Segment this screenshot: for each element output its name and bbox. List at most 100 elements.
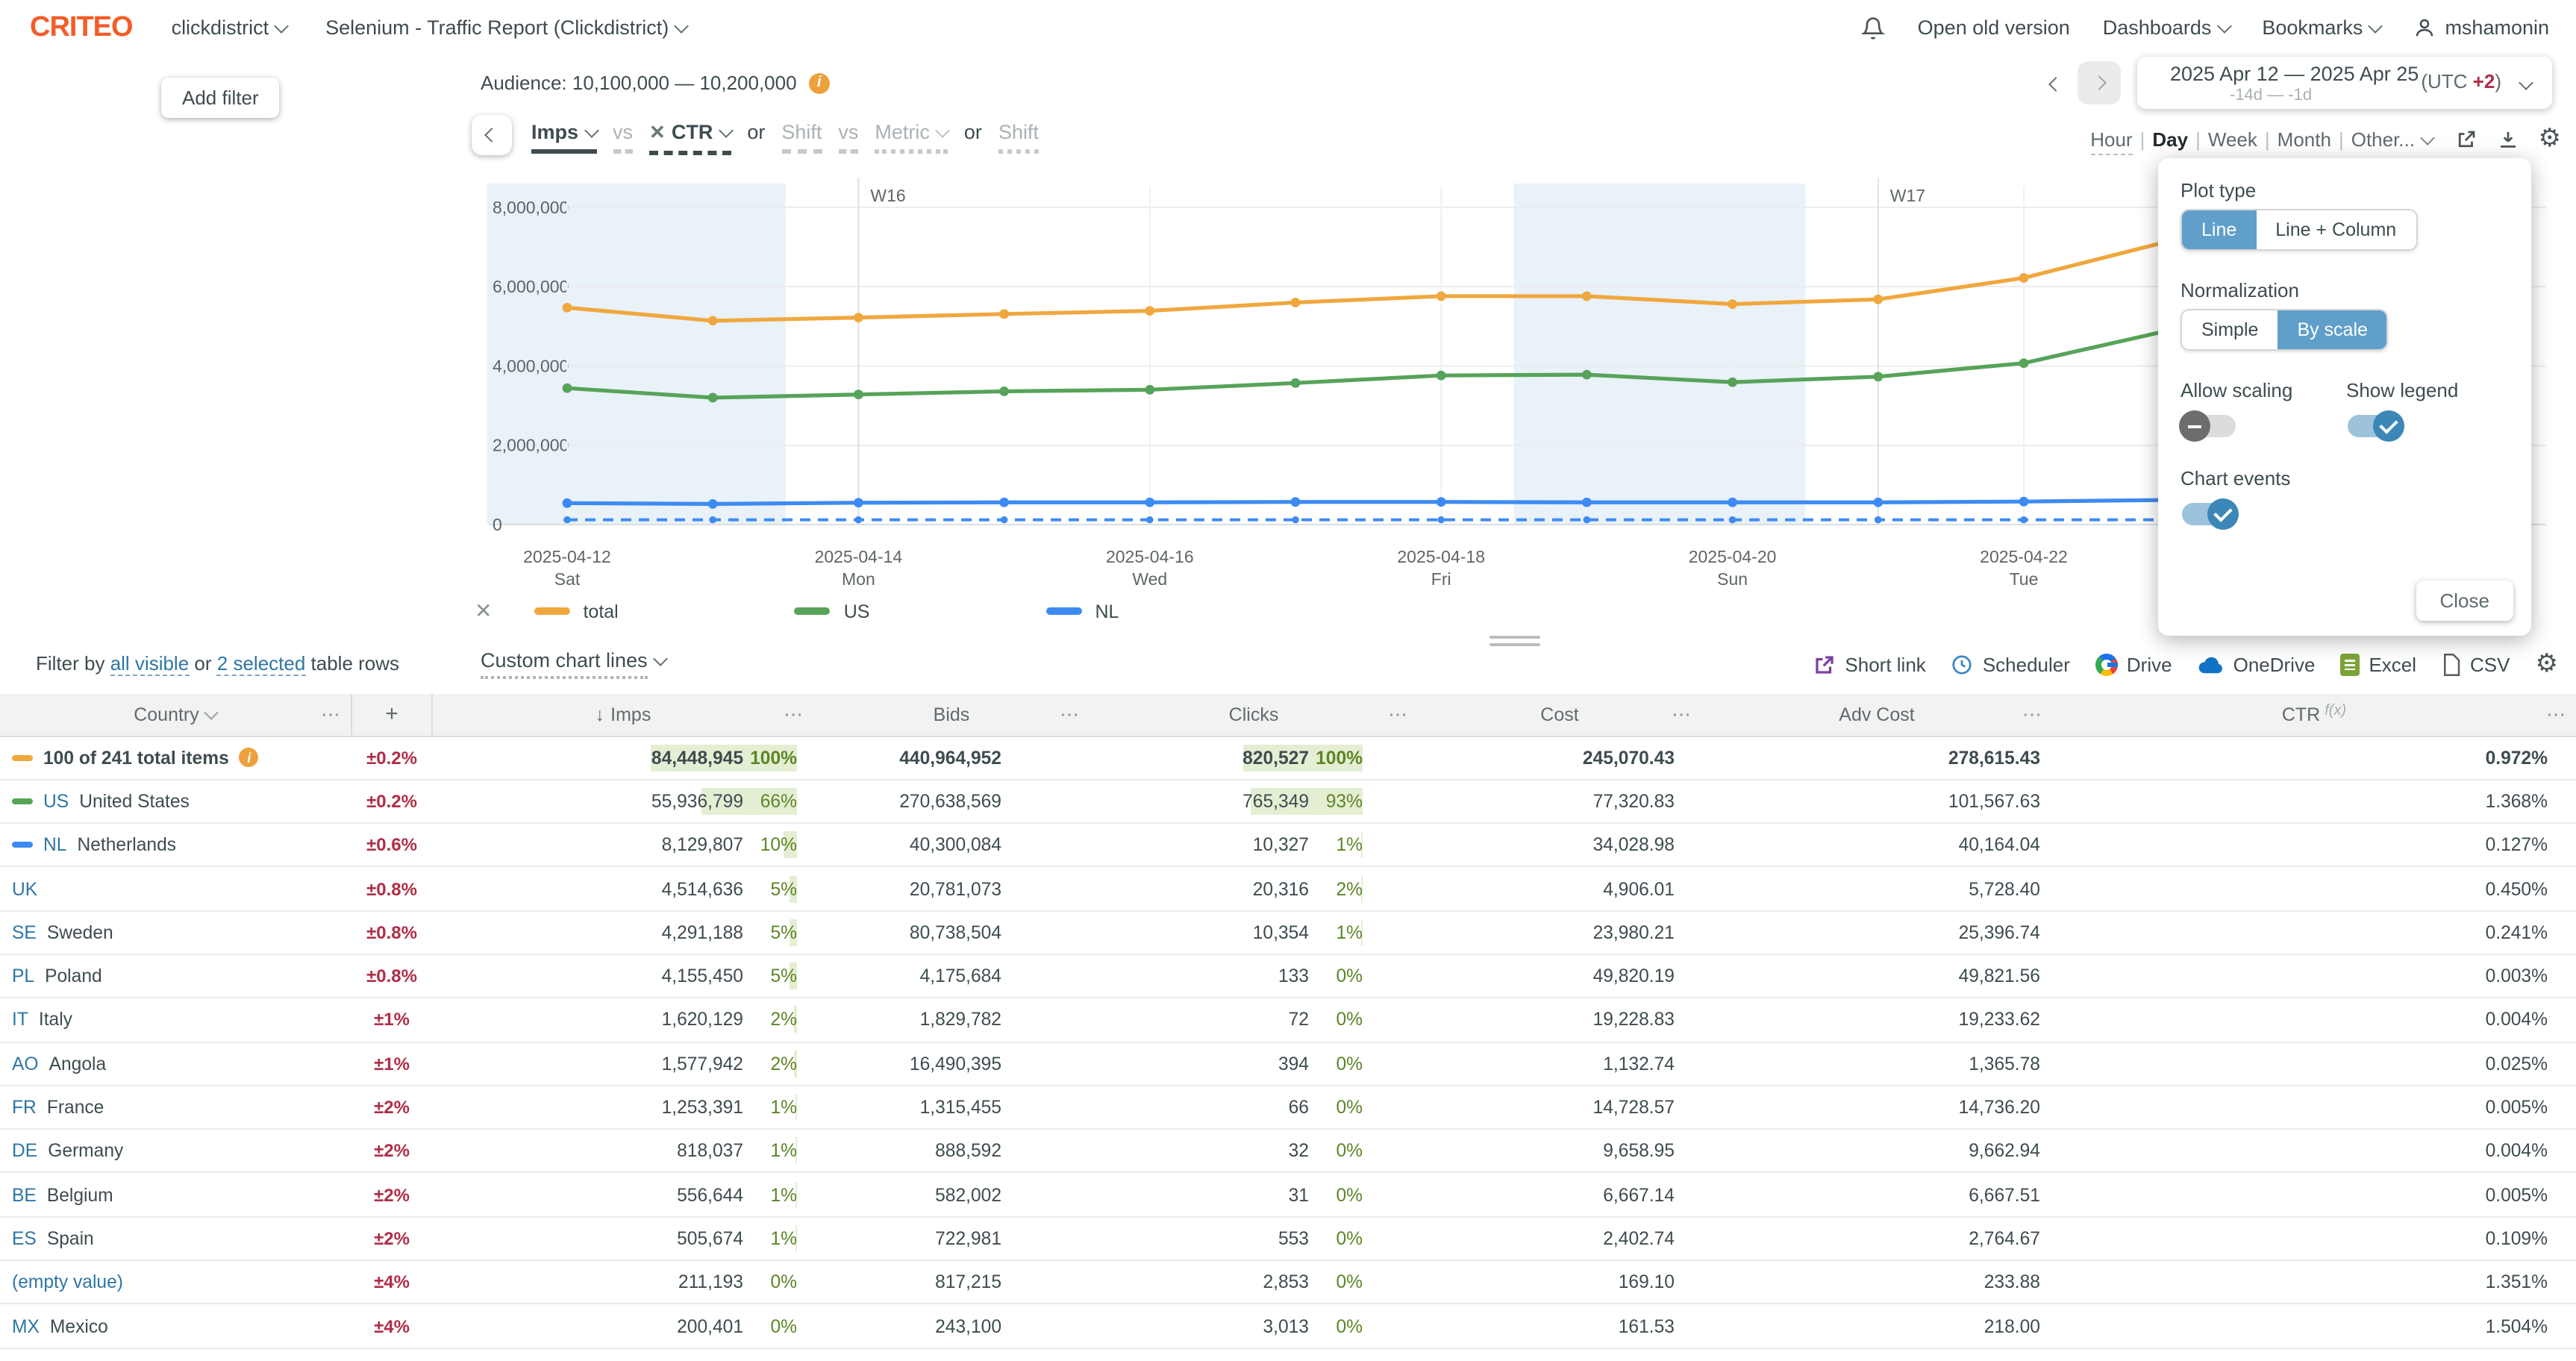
data-point[interactable] <box>2019 273 2029 283</box>
legend-item-total[interactable]: total <box>534 601 618 622</box>
table-row-uk[interactable]: UK±0.8%4,514,6365%20,781,07320,3162%4,90… <box>0 868 2576 912</box>
export-scheduler[interactable]: Scheduler <box>1951 653 2070 675</box>
metric-token-shift[interactable]: Shift <box>781 121 822 154</box>
normalization-byscale[interactable]: By scale <box>2278 310 2387 349</box>
column-menu-icon[interactable]: ⋯ <box>2022 703 2043 727</box>
metric-token-imps[interactable]: Imps <box>531 121 596 154</box>
column-menu-icon[interactable]: ⋯ <box>1060 703 1081 727</box>
data-point[interactable] <box>999 498 1009 507</box>
column-header-bids[interactable]: Bids⋯ <box>813 694 1090 735</box>
date-range-picker[interactable]: 2025 Apr 12 — 2025 Apr 25 -14d — -1d (UT… <box>2137 57 2552 109</box>
table-row-fr[interactable]: FRFrance±2%1,253,3911%1,315,455660%14,72… <box>0 1086 2576 1130</box>
collapse-chart-controls-button[interactable] <box>472 115 512 155</box>
data-point[interactable] <box>1873 295 1883 304</box>
legend-item-nl[interactable]: NL <box>1046 601 1119 622</box>
column-header-adv-cost[interactable]: Adv Cost⋯ <box>1701 694 2052 735</box>
data-point[interactable] <box>1291 298 1301 307</box>
data-point[interactable] <box>1875 516 1882 524</box>
data-point[interactable] <box>1729 516 1736 524</box>
export-drive[interactable]: Drive <box>2095 653 2172 675</box>
data-point[interactable] <box>708 499 718 509</box>
data-point[interactable] <box>708 316 718 325</box>
metric-token-vs[interactable]: vs <box>613 121 633 154</box>
granularity-hour[interactable]: Hour <box>2090 128 2132 155</box>
table-row-de[interactable]: DEGermany±2%818,0371%888,592320%9,658.95… <box>0 1130 2576 1174</box>
country-code-link[interactable]: MX <box>12 1315 40 1336</box>
dashboards-menu[interactable]: Dashboards <box>2103 16 2230 39</box>
data-point[interactable] <box>1873 372 1883 381</box>
data-point[interactable] <box>563 384 572 393</box>
column-menu-icon[interactable]: ⋯ <box>1388 703 1409 727</box>
data-point[interactable] <box>854 389 863 399</box>
data-point[interactable] <box>1437 516 1445 524</box>
data-point[interactable] <box>999 309 1009 319</box>
country-code-link[interactable]: DE <box>12 1141 37 1162</box>
table-row[interactable]: 100 of 241 total itemsi±0.2%84,448,94510… <box>0 736 2576 780</box>
legend-close-icon[interactable]: ✕ <box>475 598 492 624</box>
table-row-au[interactable]: AUAustralia±4%154,1570%311,9241,8150%89.… <box>0 1348 2576 1361</box>
date-range-previous-icon[interactable] <box>2051 73 2061 100</box>
column-menu-icon[interactable]: ⋯ <box>784 703 804 727</box>
table-settings-gear[interactable]: ⚙ <box>2536 649 2559 679</box>
total-items-info-icon[interactable]: i <box>240 748 259 767</box>
table-row-us[interactable]: USUnited States±0.2%55,936,79966%270,638… <box>0 780 2576 825</box>
data-point[interactable] <box>999 387 1009 396</box>
export-onedrive[interactable]: OneDrive <box>2198 653 2316 675</box>
country-code-link[interactable]: BE <box>12 1184 37 1205</box>
country-code-link[interactable]: NL <box>43 834 66 855</box>
metric-token-ctr[interactable]: ✕CTR <box>649 121 731 155</box>
data-point[interactable] <box>1145 385 1154 395</box>
user-menu[interactable]: mshamonin <box>2413 16 2549 39</box>
notifications-bell-icon[interactable] <box>1861 16 1885 40</box>
granularity-month[interactable]: Month <box>2278 128 2331 151</box>
legend-item-us[interactable]: US <box>795 601 870 622</box>
data-point[interactable] <box>563 516 571 524</box>
metric-token-or[interactable]: or <box>747 121 765 149</box>
data-point[interactable] <box>854 498 863 507</box>
country-code-link[interactable]: PL <box>12 966 34 986</box>
granularity-day[interactable]: Day <box>2152 128 2188 151</box>
data-point[interactable] <box>563 303 572 313</box>
data-point[interactable] <box>563 498 572 508</box>
data-point[interactable] <box>1145 306 1154 316</box>
data-point[interactable] <box>1584 516 1591 524</box>
column-menu-icon[interactable]: ⋯ <box>1672 703 1692 727</box>
column-header-clicks[interactable]: Clicks⋯ <box>1090 694 1418 735</box>
country-code-link[interactable]: UK <box>12 878 37 899</box>
data-point[interactable] <box>2019 358 2029 368</box>
data-point[interactable] <box>1291 497 1301 507</box>
column-header-cost[interactable]: Cost⋯ <box>1418 694 1701 735</box>
show-legend-toggle[interactable] <box>2348 415 2401 437</box>
column-header-ctr[interactable]: CTRf(x)⋯ <box>2052 694 2576 735</box>
allow-scaling-toggle[interactable] <box>2182 415 2236 437</box>
metric-token-vs[interactable]: vs <box>838 121 858 154</box>
metric-token-metric[interactable]: Metric <box>875 121 948 154</box>
country-code-link[interactable]: IT <box>12 1010 28 1030</box>
data-point[interactable] <box>1728 378 1737 387</box>
filter-all-visible-link[interactable]: all visible <box>110 652 190 676</box>
table-row-nl[interactable]: NLNetherlands±0.6%8,129,80710%40,300,084… <box>0 824 2576 868</box>
account-selector[interactable]: clickdistrict <box>172 16 287 39</box>
metric-token-or[interactable]: or <box>964 121 982 149</box>
data-point[interactable] <box>1582 292 1592 301</box>
report-selector[interactable]: Selenium - Traffic Report (Clickdistrict… <box>325 16 687 39</box>
data-point[interactable] <box>2019 497 2029 507</box>
data-point[interactable] <box>1146 516 1154 524</box>
data-point[interactable] <box>1292 516 1299 524</box>
country-code-link[interactable]: ES <box>12 1228 37 1249</box>
add-column-button[interactable]: + <box>351 694 433 735</box>
normalization-simple[interactable]: Simple <box>2182 310 2278 349</box>
data-point[interactable] <box>1437 292 1446 301</box>
data-point[interactable] <box>709 516 716 524</box>
country-code-link[interactable]: FR <box>12 1097 37 1118</box>
bookmarks-menu[interactable]: Bookmarks <box>2262 16 2380 39</box>
chart-resize-handle[interactable] <box>1489 636 1540 646</box>
open-chart-external-icon[interactable] <box>2455 128 2477 150</box>
data-point[interactable] <box>1728 498 1737 507</box>
data-point[interactable] <box>708 393 718 403</box>
table-row-es[interactable]: ESSpain±2%505,6741%722,9815530%2,402.742… <box>0 1218 2576 1262</box>
export-csv[interactable]: CSV <box>2442 653 2510 675</box>
close-settings-button[interactable]: Close <box>2416 581 2514 621</box>
column-menu-icon[interactable]: ⋯ <box>321 703 342 727</box>
chart-events-toggle[interactable] <box>2182 503 2236 525</box>
